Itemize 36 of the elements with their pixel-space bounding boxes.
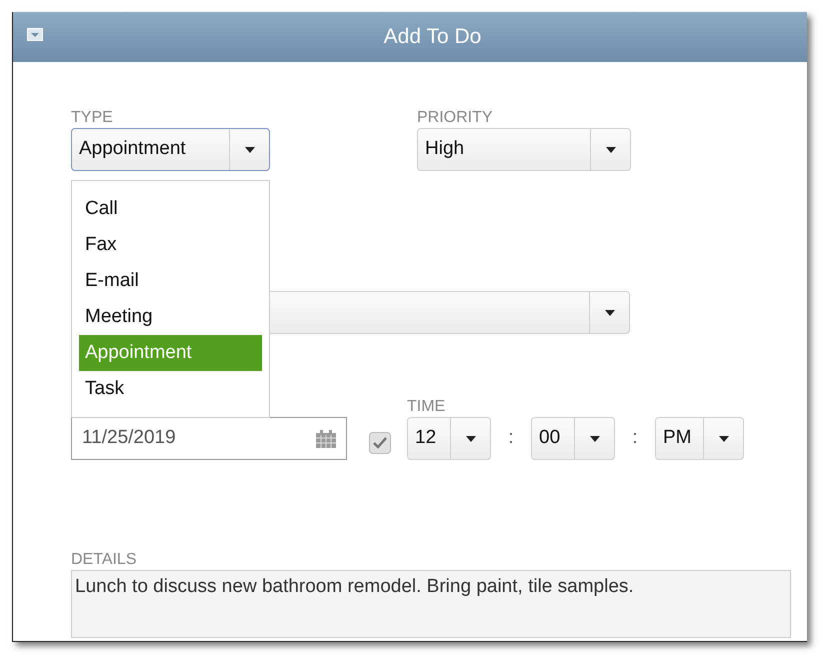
time-separator: : xyxy=(631,426,639,450)
date-field[interactable]: 11/25/2019 xyxy=(71,417,347,460)
priority-select[interactable]: High xyxy=(417,128,631,171)
select-value: 12 xyxy=(414,426,438,450)
hour-select[interactable]: 12 xyxy=(407,417,491,460)
time-separator: : xyxy=(507,426,515,450)
type-select[interactable]: Appointment xyxy=(71,128,270,171)
caret-icon xyxy=(244,146,254,152)
field-label: PRIORITY xyxy=(417,108,494,128)
details-field[interactable]: Lunch to discuss new bathroom remodel. Bring paint, tile samples. xyxy=(71,570,791,638)
details-text: Lunch to discuss new bathroom remodel. Bring paint, tile samples. xyxy=(75,576,634,597)
minute-select[interactable]: 00 xyxy=(531,417,615,460)
caret-icon xyxy=(466,436,476,442)
field-label: TIME xyxy=(407,397,446,417)
dropdown-option[interactable]: Call xyxy=(79,191,262,227)
field-label: DETAILS xyxy=(71,550,138,570)
period-select[interactable]: PM xyxy=(655,417,744,460)
select-value: 00 xyxy=(538,426,562,450)
window-title: Add To Do xyxy=(382,24,482,50)
time-checkbox[interactable] xyxy=(369,432,391,454)
calendar-icon[interactable] xyxy=(316,430,336,448)
dropdown-option[interactable]: Fax xyxy=(79,227,262,263)
field-label: TYPE xyxy=(71,108,114,128)
menu-icon[interactable] xyxy=(27,28,43,41)
date-value: 11/25/2019 xyxy=(82,426,177,450)
select-value: Appointment xyxy=(78,137,187,162)
caret-icon xyxy=(606,146,616,152)
dropdown-option[interactable]: E-mail xyxy=(79,263,262,299)
caret-icon xyxy=(604,310,614,316)
select-value: High xyxy=(424,137,466,162)
select-value: PM xyxy=(662,426,692,450)
dropdown-option[interactable]: Task xyxy=(79,371,262,407)
checkmark-icon xyxy=(373,437,387,449)
caret-icon xyxy=(718,436,728,442)
dropdown-option[interactable]: Meeting xyxy=(79,299,262,335)
caret-icon xyxy=(590,436,600,442)
